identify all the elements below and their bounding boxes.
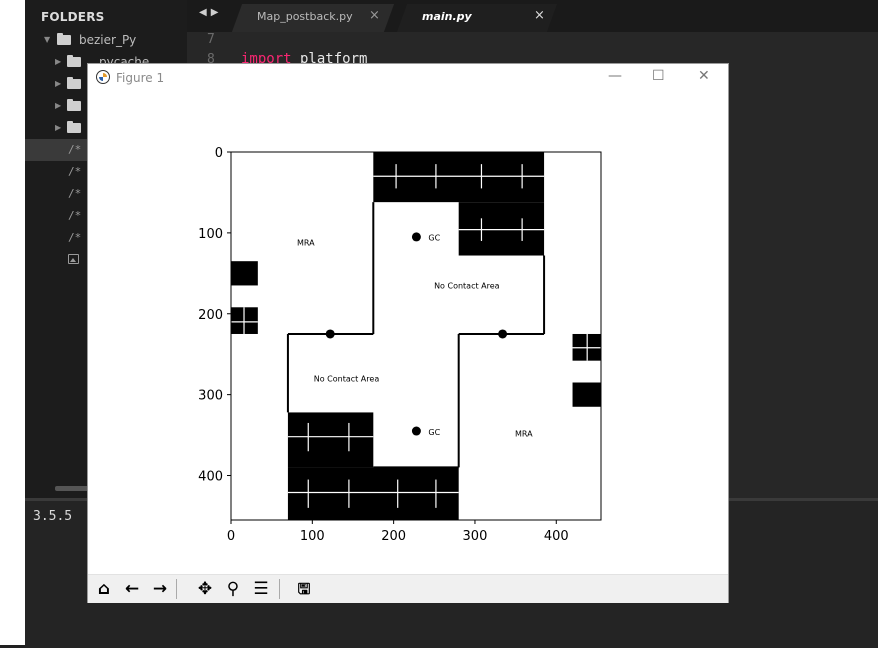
home-icon[interactable]: ⌂: [93, 578, 115, 600]
figure-toolbar: ⌂ ← → ✥ ⚲ ☰ 🖫: [88, 574, 728, 603]
forward-arrow-icon[interactable]: →: [149, 578, 171, 600]
collapse-arrow-icon[interactable]: ▶: [55, 101, 61, 110]
y-tick-label: 200: [198, 308, 223, 323]
tab-label: main.py: [422, 10, 472, 23]
file-comment-icon: /*: [68, 231, 82, 244]
toolbar-separator: [176, 579, 177, 599]
folder-icon: [67, 121, 81, 133]
y-tick-label: 400: [198, 470, 223, 485]
close-icon[interactable]: ×: [369, 8, 380, 23]
x-tick-label: 400: [544, 529, 569, 544]
map-lines: [231, 164, 601, 508]
tab-main[interactable]: main.py ×: [396, 4, 558, 32]
toolbar-separator: [279, 579, 280, 599]
x-tick-label: 100: [300, 529, 325, 544]
map-label: GC: [428, 428, 440, 437]
y-tick-label: 100: [198, 227, 223, 242]
waypoint: [325, 329, 335, 339]
waypoint: [498, 329, 508, 339]
sidebar-root-label: bezier_Py: [79, 33, 137, 47]
obstacle-block: [572, 382, 601, 407]
collapse-arrow-icon[interactable]: ▶: [55, 57, 61, 66]
map-image: [231, 152, 601, 520]
back-arrow-icon[interactable]: ←: [121, 578, 143, 600]
folder-open-icon: [57, 33, 71, 45]
zoom-icon[interactable]: ⚲: [222, 578, 244, 600]
obstacle-block: [458, 202, 545, 256]
x-tick-label: 300: [463, 529, 488, 544]
pan-icon[interactable]: ✥: [194, 578, 216, 600]
map-label: MRA: [515, 429, 533, 438]
configure-subplots-icon[interactable]: ☰: [250, 578, 272, 600]
file-comment-icon: /*: [68, 187, 82, 200]
figure-window[interactable]: Figure 1 — ☐ ✕ 0 100 200 300 400 0 100 200 300 4…: [88, 64, 728, 603]
file-comment-icon: /*: [68, 143, 82, 156]
collapse-arrow-icon[interactable]: ▶: [55, 123, 61, 132]
sidebar-header: FOLDERS: [41, 10, 105, 24]
y-tick-label: 300: [198, 389, 223, 404]
tab-nav-arrows-icon[interactable]: ◀▶: [199, 7, 222, 18]
x-tick-label: 200: [381, 529, 406, 544]
folder-icon: [67, 77, 81, 89]
expand-arrow-icon[interactable]: ▼: [44, 35, 50, 44]
save-icon[interactable]: 🖫: [293, 578, 315, 600]
waypoint: [411, 232, 421, 242]
x-axis: 0 100 200 300 400: [227, 520, 569, 544]
tab-label: Map_postback.py: [257, 10, 353, 23]
axes-frame: [230, 151, 602, 521]
map-label: GC: [428, 234, 440, 243]
tab-map-postback[interactable]: Map_postback.py ×: [231, 4, 395, 32]
y-axis: 0 100 200 300 400: [198, 146, 231, 485]
waypoint: [411, 426, 421, 436]
tab-bar: ◀▶ Map_postback.py × main.py ×: [187, 0, 878, 32]
x-tick-label: 0: [227, 529, 235, 544]
map-label: MRA: [297, 239, 315, 248]
sidebar-root-folder[interactable]: ▼ bezier_Py: [25, 29, 187, 51]
obstacle-block: [231, 261, 258, 286]
image-file-icon: [68, 254, 79, 264]
file-comment-icon: /*: [68, 209, 82, 222]
plot-area[interactable]: 0 100 200 300 400 0 100 200 300 400 MRA GC No Cont…: [88, 64, 728, 574]
close-icon[interactable]: ×: [534, 8, 545, 23]
folder-icon: [67, 55, 81, 67]
map-label: No Contact Area: [314, 374, 380, 383]
line-number: 7: [207, 32, 215, 47]
obstacle-block: [373, 152, 545, 203]
y-tick-label: 0: [215, 146, 223, 161]
file-comment-icon: /*: [68, 165, 82, 178]
map-label: No Contact Area: [434, 281, 500, 290]
collapse-arrow-icon[interactable]: ▶: [55, 79, 61, 88]
folder-icon: [67, 99, 81, 111]
desktop-edge: [0, 0, 25, 645]
obstacle-block: [287, 412, 374, 468]
obstacle-block: [287, 467, 459, 520]
console-output: 3.5.5: [33, 509, 73, 524]
